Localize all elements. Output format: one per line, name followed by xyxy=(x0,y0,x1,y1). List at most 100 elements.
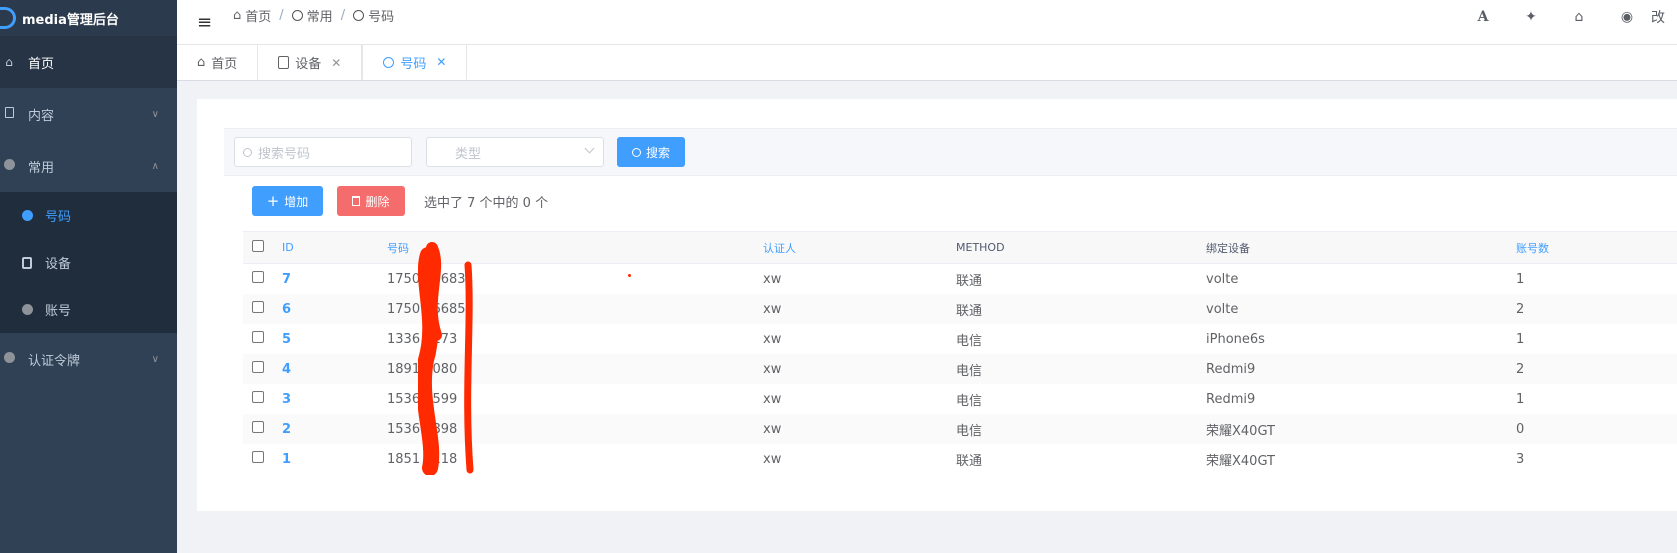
table-row[interactable]: 2 1536 0898 xw 电信 荣耀X40GT 0 xyxy=(243,414,1677,444)
circle-icon xyxy=(291,9,303,21)
cell-device: 荣耀X40GT xyxy=(1206,423,1275,439)
column-header-id[interactable]: ID xyxy=(274,241,387,254)
sidebar-item-number[interactable]: 号码 xyxy=(0,192,177,239)
row-checkbox[interactable] xyxy=(252,271,264,283)
sidebar-item-label: 号码 xyxy=(45,210,72,225)
sidebar: media管理后台 ⌂ 首页 内容 ∨ 常用 ∧ 号码 设备 账号 认证令牌 ∨ xyxy=(0,0,177,553)
cell-method: 联通 xyxy=(956,303,983,319)
cell-id[interactable]: 3 xyxy=(274,392,387,407)
red-dot xyxy=(628,274,631,277)
column-header-accounts[interactable]: 账号数 xyxy=(1516,240,1666,256)
cell-device: Redmi9 xyxy=(1206,391,1256,407)
column-header-method: METHOD xyxy=(956,241,1005,254)
table-body: 7 1750 76683 xw 联通 volte 1 6 1750 76685 xw 联通 volt… xyxy=(243,264,1677,474)
table-row[interactable]: 6 1750 76685 xw 联通 volte 2 xyxy=(243,294,1677,324)
hamburger-icon[interactable]: ≡ xyxy=(197,12,213,33)
document-icon xyxy=(2,107,16,121)
home-icon: ⌂ xyxy=(233,7,242,23)
navbar: ≡ ⌂ 首页 / 常用 / 号码 A ✦ ⌂ ◉ 改 xyxy=(177,0,1677,45)
type-select[interactable]: 类型 xyxy=(426,137,604,167)
palette-icon[interactable]: ◉ xyxy=(1603,9,1651,25)
fullscreen-icon[interactable]: ✦ xyxy=(1507,9,1555,25)
navbar-right: A ✦ ⌂ ◉ 改 xyxy=(1459,0,1677,34)
cell-id[interactable]: 6 xyxy=(274,302,387,317)
table-row[interactable]: 4 1891 8080 xw 电信 Redmi9 2 xyxy=(243,354,1677,384)
cell-id[interactable]: 7 xyxy=(274,272,387,287)
home-icon[interactable]: ⌂ xyxy=(1555,9,1603,25)
sidebar-item-device[interactable]: 设备 xyxy=(0,239,177,286)
cell-auth: xw xyxy=(763,361,782,377)
close-icon[interactable]: ✕ xyxy=(436,55,446,69)
table-row[interactable]: 5 1336 9173 xw 电信 iPhone6s 1 xyxy=(243,324,1677,354)
cell-accounts: 1 xyxy=(1516,271,1525,287)
font-size-icon[interactable]: A xyxy=(1459,9,1507,25)
cell-device: 荣耀X40GT xyxy=(1206,453,1275,469)
tag-number[interactable]: 号码 ✕ xyxy=(362,45,468,80)
filter-bar: 搜索号码 类型 搜索 xyxy=(224,128,1677,176)
breadcrumb-common[interactable]: 常用 xyxy=(291,6,333,25)
table-row[interactable]: 1 1851 9118 xw 联通 荣耀X40GT 3 xyxy=(243,444,1677,474)
sidebar-item-common[interactable]: 常用 ∧ xyxy=(0,140,177,192)
cell-id[interactable]: 4 xyxy=(274,362,387,377)
cell-method: 联通 xyxy=(956,273,983,289)
book-icon xyxy=(278,56,290,69)
sidebar-item-label: 账号 xyxy=(45,304,72,319)
tag-device[interactable]: 设备 ✕ xyxy=(258,45,363,80)
sidebar-item-label: 设备 xyxy=(45,257,72,272)
trash-icon xyxy=(352,196,361,206)
sidebar-item-label: 常用 xyxy=(28,160,55,176)
sidebar-item-account[interactable]: 账号 xyxy=(0,286,177,333)
table-row[interactable]: 7 1750 76683 xw 联通 volte 1 xyxy=(243,264,1677,294)
cell-number: 1851 9118 xyxy=(387,451,458,467)
column-header-number[interactable]: 号码 xyxy=(387,240,763,256)
cell-accounts: 2 xyxy=(1516,361,1525,377)
circle-icon xyxy=(22,304,33,315)
sidebar-item-auth-token[interactable]: 认证令牌 ∨ xyxy=(0,333,177,385)
breadcrumb-home[interactable]: ⌂ 首页 xyxy=(233,6,271,25)
circle-icon xyxy=(353,9,365,21)
row-checkbox[interactable] xyxy=(252,301,264,313)
plus-icon: + xyxy=(266,192,280,210)
tag-home[interactable]: ⌂ 首页 xyxy=(177,45,259,80)
cell-number: 1750 76683 xyxy=(387,271,466,287)
row-checkbox[interactable] xyxy=(252,361,264,373)
row-checkbox[interactable] xyxy=(252,391,264,403)
nav-partial-text[interactable]: 改 xyxy=(1651,7,1677,27)
cell-number: 1336 9173 xyxy=(387,331,458,347)
number-table: ID 号码 认证人 METHOD 绑定设备 账号数 7 1750 76683 xw 联… xyxy=(243,231,1677,474)
column-header-device: 绑定设备 xyxy=(1206,241,1250,255)
cell-id[interactable]: 5 xyxy=(274,332,387,347)
logo-icon xyxy=(0,7,16,29)
cell-id[interactable]: 2 xyxy=(274,422,387,437)
row-checkbox[interactable] xyxy=(252,451,264,463)
row-checkbox[interactable] xyxy=(252,331,264,343)
search-button[interactable]: 搜索 xyxy=(617,137,685,167)
circle-icon xyxy=(22,210,33,221)
search-input[interactable]: 搜索号码 xyxy=(234,137,412,167)
close-icon[interactable]: ✕ xyxy=(331,56,341,70)
chevron-down-icon: ∨ xyxy=(151,108,159,120)
brand[interactable]: media管理后台 xyxy=(0,0,177,36)
column-header-auth[interactable]: 认证人 xyxy=(763,240,956,256)
cell-id[interactable]: 1 xyxy=(274,452,387,467)
sidebar-item-home[interactable]: ⌂ 首页 xyxy=(0,36,177,88)
cell-auth: xw xyxy=(763,331,782,347)
table-row[interactable]: 3 1536 2599 xw 电信 Redmi9 1 xyxy=(243,384,1677,414)
cell-auth: xw xyxy=(763,451,782,467)
cell-method: 电信 xyxy=(956,363,983,379)
cell-auth: xw xyxy=(763,421,782,437)
search-icon xyxy=(243,147,252,157)
add-button[interactable]: + 增加 xyxy=(252,186,323,216)
select-all-checkbox[interactable] xyxy=(252,240,264,252)
cell-auth: xw xyxy=(763,301,782,317)
delete-button[interactable]: 删除 xyxy=(337,186,405,216)
book-icon xyxy=(22,256,32,269)
sidebar-item-content[interactable]: 内容 ∨ xyxy=(0,88,177,140)
cell-method: 电信 xyxy=(956,333,983,349)
sidebar-item-label: 认证令牌 xyxy=(28,353,81,369)
tags-view: ⌂ 首页 设备 ✕ 号码 ✕ xyxy=(177,45,1677,81)
chevron-down-icon: ∨ xyxy=(151,353,159,365)
row-checkbox[interactable] xyxy=(252,421,264,433)
chevron-up-icon: ∧ xyxy=(151,160,159,172)
breadcrumb-separator: / xyxy=(279,7,284,23)
